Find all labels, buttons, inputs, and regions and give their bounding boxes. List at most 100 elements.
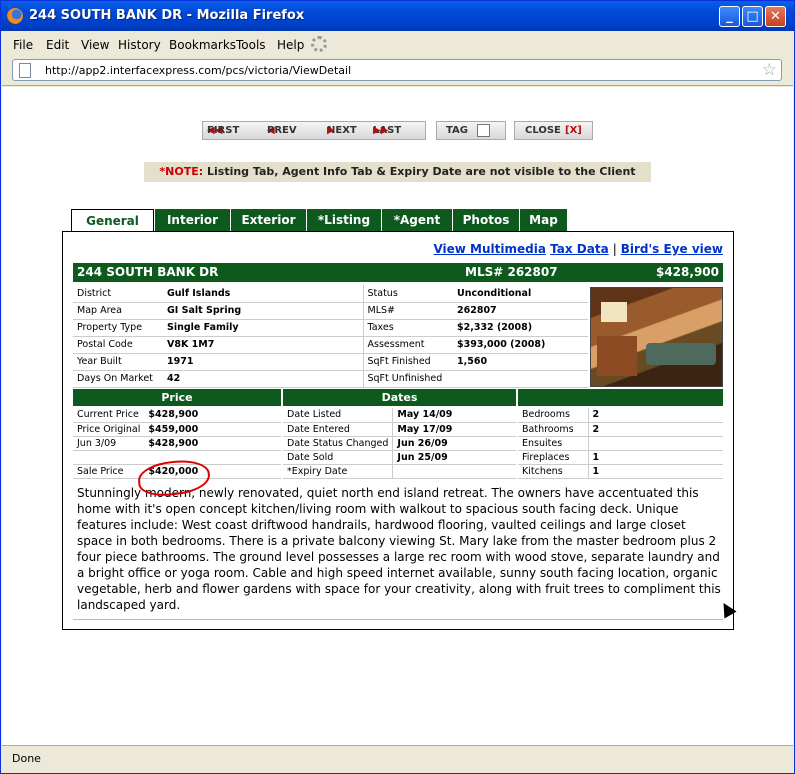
table-row: Date Listed May 14/09 bbox=[283, 408, 516, 423]
price-label: Jun 3/09 bbox=[73, 436, 145, 451]
photo-window bbox=[601, 302, 627, 322]
info-value: $2,332 (2008) bbox=[453, 319, 588, 337]
price-value: $428,900 bbox=[144, 408, 281, 423]
close-button[interactable]: CLOSE [X] bbox=[514, 121, 593, 140]
tag-button[interactable]: TAG bbox=[436, 121, 506, 140]
date-label: *Expiry Date bbox=[283, 464, 394, 479]
address-url[interactable]: http://app2.interfacexpress.com/pcs/vict… bbox=[45, 64, 351, 77]
tab-general[interactable]: General bbox=[71, 209, 154, 232]
tab-interior[interactable]: Interior bbox=[155, 209, 231, 231]
menu-tools[interactable]: Tools bbox=[236, 38, 266, 52]
room-label: Kitchens bbox=[518, 464, 589, 479]
info-label: Status bbox=[363, 285, 453, 303]
property-photo[interactable] bbox=[590, 287, 723, 387]
close-label: CLOSE bbox=[525, 125, 561, 136]
page-icon bbox=[19, 63, 31, 78]
info-label: MLS# bbox=[363, 302, 453, 320]
date-label: Date Status Changed bbox=[283, 436, 394, 451]
room-value: 2 bbox=[588, 422, 723, 437]
room-value bbox=[588, 436, 723, 451]
table-row: Date Status Changed Jun 26/09 bbox=[283, 436, 516, 451]
info-value: 1,560 bbox=[453, 353, 588, 371]
note-label: *NOTE: bbox=[159, 165, 204, 178]
firefox-icon bbox=[7, 8, 23, 24]
table-row: Bathrooms 2 bbox=[518, 422, 723, 437]
table-row: Year Built 1971 SqFt Finished 1,560 bbox=[73, 353, 588, 371]
table-row: Days On Market 42 SqFt Unfinished bbox=[73, 370, 588, 388]
status-text: Done bbox=[12, 752, 41, 765]
table-row: District Gulf Islands Status Uncondition… bbox=[73, 285, 588, 303]
birds-eye-view-link[interactable]: Bird's Eye view bbox=[621, 242, 723, 256]
menu-help[interactable]: Help bbox=[277, 38, 304, 52]
listing-address: 244 SOUTH BANK DR bbox=[77, 265, 219, 279]
info-value: GI Salt Spring bbox=[163, 302, 364, 320]
media-links: View Multimedia Tax Data | Bird's Eye view bbox=[433, 242, 723, 256]
table-row: Postal Code V8K 1M7 Assessment $393,000 … bbox=[73, 336, 588, 354]
close-window-button[interactable]: ✕ bbox=[765, 6, 786, 27]
price-label: Sale Price bbox=[73, 464, 145, 479]
menu-file[interactable]: File bbox=[13, 38, 33, 52]
table-row: Price Original $459,000 bbox=[73, 422, 281, 437]
rooms-section-header bbox=[518, 389, 723, 406]
minimize-button[interactable]: _ bbox=[719, 6, 740, 27]
navigation-toolbar: http://app2.interfacexpress.com/pcs/vict… bbox=[2, 56, 793, 86]
status-bar: Done bbox=[2, 745, 793, 773]
tab-exterior[interactable]: Exterior bbox=[231, 209, 307, 231]
tab-photos[interactable]: Photos bbox=[453, 209, 520, 231]
table-row: *Expiry Date bbox=[283, 464, 516, 479]
tab-map[interactable]: Map bbox=[520, 209, 568, 231]
info-value: 262807 bbox=[453, 302, 588, 320]
next-arrow-icon: ▶ bbox=[327, 125, 335, 136]
table-row: Kitchens 1 bbox=[518, 464, 723, 479]
address-bar[interactable]: http://app2.interfacexpress.com/pcs/vict… bbox=[12, 59, 782, 81]
room-label: Ensuites bbox=[518, 436, 589, 451]
menu-view[interactable]: View bbox=[81, 38, 109, 52]
maximize-button[interactable]: □ bbox=[742, 6, 763, 27]
menu-history[interactable]: History bbox=[118, 38, 161, 52]
tab-listing[interactable]: *Listing bbox=[307, 209, 382, 231]
date-value bbox=[392, 464, 516, 479]
table-row: Jun 3/09 $428,900 bbox=[73, 436, 281, 451]
info-value: Single Family bbox=[163, 319, 364, 337]
date-value: Jun 26/09 bbox=[392, 436, 516, 451]
table-row: Ensuites bbox=[518, 436, 723, 451]
price-value: $459,000 bbox=[144, 422, 281, 437]
visibility-note: *NOTE: Listing Tab, Agent Info Tab & Exp… bbox=[144, 162, 651, 182]
table-row: Date Sold Jun 25/09 bbox=[283, 450, 516, 465]
menu-bookmarks[interactable]: Bookmarks bbox=[169, 38, 236, 52]
price-section-header: Price bbox=[73, 389, 281, 406]
room-value: 2 bbox=[588, 408, 723, 423]
menu-edit[interactable]: Edit bbox=[46, 38, 69, 52]
dates-table: Date Listed May 14/09 Date Entered May 17/… bbox=[283, 408, 516, 479]
info-label: Postal Code bbox=[73, 336, 163, 354]
info-label: Days On Market bbox=[73, 370, 163, 388]
photo-island bbox=[646, 343, 716, 365]
table-row: Current Price $428,900 bbox=[73, 408, 281, 423]
info-value: Unconditional bbox=[453, 285, 588, 303]
tax-data-link[interactable]: Tax Data bbox=[550, 242, 609, 256]
view-multimedia-link[interactable]: View Multimedia bbox=[433, 242, 545, 256]
tab-agent[interactable]: *Agent bbox=[382, 209, 453, 231]
date-value: Jun 25/09 bbox=[392, 450, 516, 465]
room-value: 1 bbox=[588, 450, 723, 465]
rooms-table: Bedrooms 2 Bathrooms 2 Ensuites Fireplaces… bbox=[518, 408, 723, 479]
room-value: 1 bbox=[588, 464, 723, 479]
page-viewport: ◀◀ FIRST ◀ PREV NEXT ▶ LAST ▶▶ TAG CLOSE [X]… bbox=[2, 87, 793, 745]
tag-checkbox[interactable] bbox=[477, 124, 490, 137]
date-value: May 14/09 bbox=[392, 408, 516, 423]
info-label: District bbox=[73, 285, 163, 303]
table-row: Fireplaces 1 bbox=[518, 450, 723, 465]
menu-bar: File Edit View History Bookmarks Tools H… bbox=[2, 32, 793, 56]
price-label: Price Original bbox=[73, 422, 145, 437]
room-label: Bedrooms bbox=[518, 408, 589, 423]
bookmark-star-icon[interactable]: ☆ bbox=[762, 60, 777, 80]
info-label: Assessment bbox=[363, 336, 453, 354]
date-value: May 17/09 bbox=[392, 422, 516, 437]
table-row: Bedrooms 2 bbox=[518, 408, 723, 423]
property-info-table: District Gulf Islands Status Uncondition… bbox=[73, 285, 588, 388]
table-row: Map Area GI Salt Spring MLS# 262807 bbox=[73, 302, 588, 320]
info-value: 1971 bbox=[163, 353, 364, 371]
price-label bbox=[73, 450, 145, 465]
listing-header: 244 SOUTH BANK DR MLS# 262807 $428,900 bbox=[73, 263, 723, 282]
price-label: Current Price bbox=[73, 408, 145, 423]
